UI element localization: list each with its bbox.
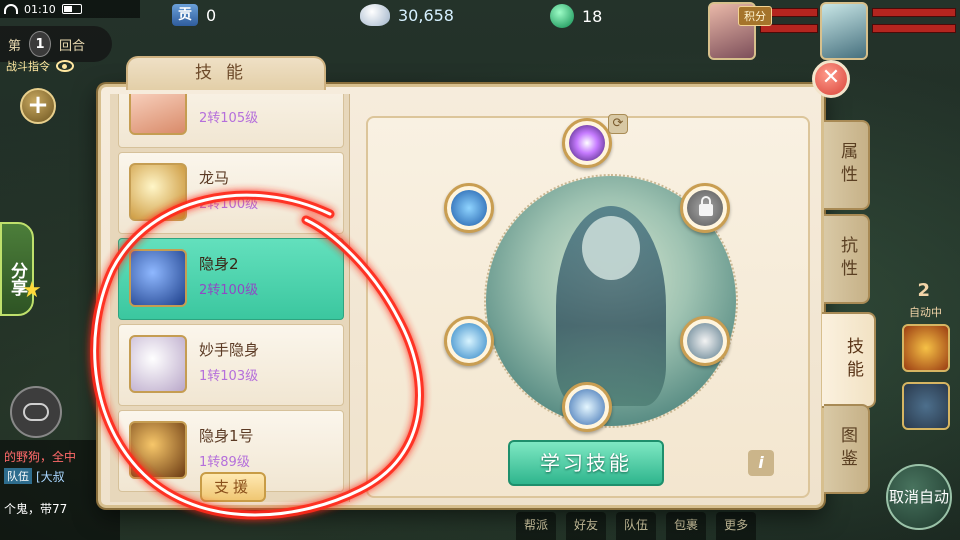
tab-handbook[interactable]: 图鉴: [824, 404, 870, 494]
eye-icon: [56, 60, 74, 72]
round-prefix: 第: [8, 38, 22, 54]
menu-bag[interactable]: 包裹: [666, 512, 707, 540]
learn-skill-button[interactable]: 学习技能: [508, 440, 664, 486]
tab-resistance[interactable]: 抗性: [824, 214, 870, 304]
dialog-title: 技能: [126, 56, 326, 90]
auto-skill-slot[interactable]: [902, 324, 950, 372]
silver-icon: [360, 4, 390, 26]
tab-skills[interactable]: 技能: [822, 312, 876, 408]
bottom-menu: 帮派 好友 队伍 包裹 更多: [516, 512, 757, 540]
pet-level: 2转100级: [199, 283, 259, 298]
skill-slot-upper-left[interactable]: [444, 183, 494, 233]
jade-value: 18: [582, 6, 603, 26]
contribution-currency: 贡 0: [172, 4, 216, 26]
tab-attributes[interactable]: 属性: [824, 120, 870, 210]
battle-command-toggle[interactable]: 战斗指令: [6, 58, 74, 74]
auto-status-label: 自动中: [909, 306, 942, 319]
chat-message: [大叔: [36, 470, 65, 484]
skill-slot-top[interactable]: [562, 118, 612, 168]
auto-battle-panel: 2 自动中 取消自动: [886, 280, 960, 540]
close-button[interactable]: ✕: [812, 60, 850, 98]
contribution-icon: 贡: [172, 4, 198, 26]
refresh-icon[interactable]: ⟳: [608, 114, 628, 134]
menu-team[interactable]: 队伍: [616, 512, 657, 540]
pet-avatar[interactable]: [820, 2, 868, 60]
clock-time: 01:10: [24, 2, 56, 16]
contribution-value: 0: [206, 5, 217, 25]
skill-slot-lower-left[interactable]: [444, 316, 494, 366]
pet-card[interactable]: 2转105级: [118, 94, 344, 148]
frost-skill-icon: [569, 389, 605, 425]
pet-name: 妙手隐身: [199, 341, 260, 359]
pet-name: 龙马: [199, 169, 230, 187]
battle-command-label: 战斗指令: [6, 60, 50, 73]
device-status-bar: 01:10: [0, 0, 140, 18]
pet-name: 隐身2: [199, 255, 239, 273]
round-suffix: 回合: [59, 38, 86, 54]
wifi-icon: [4, 4, 18, 14]
pet-card[interactable]: 妙手隐身 1转103级: [118, 324, 344, 406]
info-icon[interactable]: i: [748, 450, 774, 476]
menu-friends[interactable]: 好友: [566, 512, 607, 540]
ice-skill-icon: [451, 323, 487, 359]
lock-icon: [699, 196, 713, 216]
skill-slot-lower-right[interactable]: [680, 316, 730, 366]
team-channel-tag: 队伍: [4, 468, 32, 484]
menu-guild[interactable]: 帮派: [516, 512, 557, 540]
water-skill-icon: [451, 190, 487, 226]
pet-portrait: [129, 421, 187, 479]
party-avatars: 积分: [708, 0, 960, 64]
battery-icon: [61, 4, 82, 14]
pet-level: 2转105级: [199, 111, 259, 126]
pet-portrait: [129, 335, 187, 393]
round-number: 1: [29, 31, 52, 57]
pet-level: 1转103级: [199, 369, 259, 384]
menu-more[interactable]: 更多: [716, 512, 757, 540]
pet-card-selected[interactable]: 隐身2 2转100级: [118, 238, 344, 320]
pet-list[interactable]: 2转105级 龙马 2转100级 隐身2 2转100级 妙手隐身 1转103级 …: [110, 94, 350, 502]
round-counter: 第 1 回合: [0, 26, 112, 62]
assist-button[interactable]: 支援: [200, 472, 266, 502]
auto-defend-slot[interactable]: [902, 382, 950, 430]
chat-message: 的野狗，全中: [4, 450, 77, 464]
silver-currency: 30,658: [360, 4, 454, 26]
auto-round-count: 2: [917, 280, 930, 301]
vortex-skill-icon: [569, 125, 605, 161]
skill-slot-locked[interactable]: [680, 183, 730, 233]
cancel-auto-button[interactable]: 取消自动: [886, 464, 952, 530]
score-badge[interactable]: 积分: [738, 6, 772, 26]
jade-icon: [550, 4, 574, 28]
chat-button[interactable]: [10, 386, 62, 438]
jade-currency: 18: [550, 4, 602, 28]
star-icon: ★: [22, 278, 42, 303]
chat-bubble-icon: [23, 403, 49, 421]
pet-portrait: [129, 249, 187, 307]
chat-message: 个鬼，带77: [4, 502, 68, 516]
pet-name: 隐身1号: [199, 427, 254, 445]
pet-portrait: [129, 163, 187, 221]
silver-value: 30,658: [398, 5, 454, 25]
spirit-skill-icon: [687, 323, 723, 359]
expand-menu-button[interactable]: +: [20, 88, 56, 124]
pet-hp-bars: [872, 8, 956, 40]
pet-card[interactable]: 龙马 2转100级: [118, 152, 344, 234]
skill-slot-bottom[interactable]: [562, 382, 612, 432]
pet-level: 1转89级: [199, 455, 250, 470]
pet-portrait: [129, 94, 187, 135]
pet-level: 2转100级: [199, 197, 259, 212]
